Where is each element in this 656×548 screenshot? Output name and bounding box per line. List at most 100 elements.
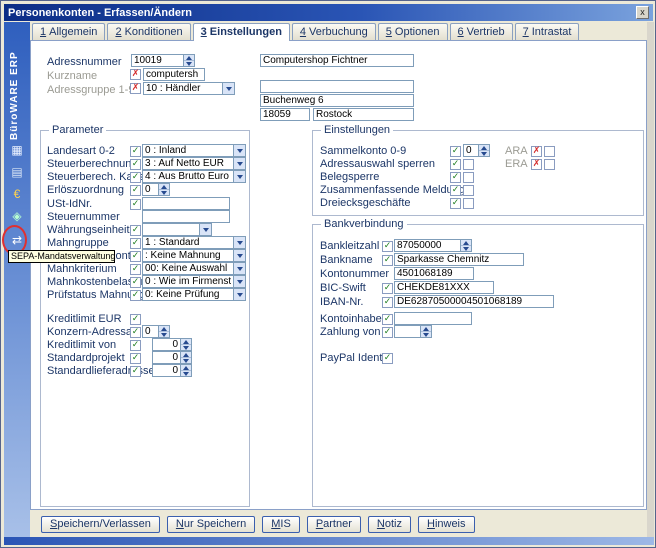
dropdown-arrow-icon[interactable] <box>222 83 234 94</box>
dropdown-arrow-icon[interactable] <box>233 237 245 248</box>
bankleitzahl-enabled-checkbox[interactable]: ✓ <box>382 241 393 252</box>
spin-down-icon[interactable] <box>181 357 191 363</box>
euro-icon[interactable]: € <box>8 185 26 203</box>
landesart-select[interactable]: 0 : Inland <box>142 144 246 157</box>
kontoinhaber-enabled-checkbox[interactable]: ✓ <box>382 314 393 325</box>
spin-down-icon[interactable] <box>181 344 191 350</box>
era-value-checkbox[interactable] <box>544 159 555 170</box>
ara-flag-checkbox[interactable]: ✗ <box>531 146 542 157</box>
sammelkonto-enabled-checkbox[interactable]: ✓ <box>450 146 461 157</box>
spin-down-icon[interactable] <box>181 370 191 376</box>
dropdown-arrow-icon[interactable] <box>233 145 245 156</box>
bankleitzahl-field[interactable]: 87050000 <box>394 239 472 252</box>
era-flag-checkbox[interactable]: ✗ <box>531 159 542 170</box>
spin-down-icon[interactable] <box>159 189 169 195</box>
spinner-buttons[interactable] <box>478 145 489 156</box>
pruefstatus-select[interactable]: 0: Keine Prüfung <box>142 288 246 301</box>
dropdown-arrow-icon[interactable] <box>199 224 211 235</box>
steuerberechnung-select[interactable]: 3 : Auf Netto EUR <box>142 157 246 170</box>
zusammenfassende-value-checkbox[interactable] <box>463 185 474 196</box>
printer-icon[interactable]: ▤ <box>8 163 26 181</box>
mahnungen-konto-select[interactable]: : Keine Mahnung <box>142 249 246 262</box>
waehrungseinheit-enabled-checkbox[interactable]: ✓ <box>130 225 141 236</box>
kurzname-field[interactable]: computersh <box>143 68 205 81</box>
spinner-buttons[interactable] <box>158 184 169 195</box>
mahnkostenbelastung-enabled-checkbox[interactable]: ✓ <box>130 277 141 288</box>
dropdown-arrow-icon[interactable] <box>233 289 245 300</box>
ort-field[interactable]: Rostock <box>313 108 414 121</box>
tab-intrastat[interactable]: 7Intrastat <box>515 23 580 40</box>
kreditlimit-von-field[interactable]: 0 <box>152 338 192 351</box>
zahlung-von-field[interactable] <box>394 325 432 338</box>
ara-value-checkbox[interactable] <box>544 146 555 157</box>
adressauswahl-value-checkbox[interactable] <box>463 159 474 170</box>
table-icon[interactable]: ▦ <box>8 141 26 159</box>
dropdown-arrow-icon[interactable] <box>233 171 245 182</box>
standardlieferadresse-enabled-checkbox[interactable]: ✓ <box>130 366 141 377</box>
standardprojekt-enabled-checkbox[interactable]: ✓ <box>130 353 141 364</box>
tab-allgemein[interactable]: 1Allgemein <box>32 23 105 40</box>
name2-field[interactable] <box>260 80 414 93</box>
dropdown-arrow-icon[interactable] <box>233 158 245 169</box>
dropdown-arrow-icon[interactable] <box>233 250 245 261</box>
bic-swift-field[interactable]: CHEKDE81XXX <box>394 281 494 294</box>
adressauswahl-enabled-checkbox[interactable]: ✓ <box>450 159 461 170</box>
bankname-enabled-checkbox[interactable]: ✓ <box>382 255 393 266</box>
steuerberechnung-enabled-checkbox[interactable]: ✓ <box>130 159 141 170</box>
konzern-adressart-enabled-checkbox[interactable]: ✓ <box>130 327 141 338</box>
spinner-buttons[interactable] <box>460 240 471 251</box>
strasse-field[interactable]: Buchenweg 6 <box>260 94 414 107</box>
name1-field[interactable]: Computershop Fichtner <box>260 54 414 67</box>
spinner-buttons[interactable] <box>183 55 194 66</box>
spin-down-icon[interactable] <box>184 60 194 66</box>
ust-idnr-enabled-checkbox[interactable]: ✓ <box>130 199 141 210</box>
iban-field[interactable]: DE62870500004501068189 <box>394 295 554 308</box>
steuerberech-kasse-enabled-checkbox[interactable]: ✓ <box>130 172 141 183</box>
kontoinhaber-field[interactable] <box>394 312 472 325</box>
plz-field[interactable]: 18059 <box>260 108 310 121</box>
adressgruppe-flag-checkbox[interactable]: ✗ <box>130 83 141 94</box>
adressgruppe-select[interactable]: 10 : Händler <box>143 82 235 95</box>
standardprojekt-field[interactable]: 0 <box>152 351 192 364</box>
waehrungseinheit-select[interactable] <box>142 223 212 236</box>
spinner-buttons[interactable] <box>180 352 191 363</box>
mahngruppe-select[interactable]: 1 : Standard <box>142 236 246 249</box>
tab-einstellungen[interactable]: 3Einstellungen <box>193 23 290 41</box>
sammelkonto-field[interactable]: 0 <box>463 144 490 157</box>
dreiecksgeschaefte-enabled-checkbox[interactable]: ✓ <box>450 198 461 209</box>
konzern-adressart-field[interactable]: 0 <box>142 325 170 338</box>
spinner-buttons[interactable] <box>420 326 431 337</box>
ust-idnr-field[interactable] <box>142 197 230 210</box>
standardlieferadresse-field[interactable]: 0 <box>152 364 192 377</box>
nur-speichern-button[interactable]: Nur Speichern <box>167 516 255 533</box>
bankname-field[interactable]: Sparkasse Chemnitz <box>394 253 524 266</box>
belegsperre-value-checkbox[interactable] <box>463 172 474 183</box>
mahnungen-konto-enabled-checkbox[interactable]: ✓ <box>130 251 141 262</box>
pruefstatus-enabled-checkbox[interactable]: ✓ <box>130 290 141 301</box>
dreiecksgeschaefte-value-checkbox[interactable] <box>463 198 474 209</box>
erloeszuordnung-enabled-checkbox[interactable]: ✓ <box>130 185 141 196</box>
steuernummer-field[interactable] <box>142 210 230 223</box>
kreditlimit-von-enabled-checkbox[interactable]: ✓ <box>130 340 141 351</box>
speichern-verlassen-button[interactable]: Speichern/Verlassen <box>41 516 160 533</box>
spinner-buttons[interactable] <box>180 339 191 350</box>
kreditlimit-eur-enabled-checkbox[interactable]: ✓ <box>130 314 141 325</box>
spinner-buttons[interactable] <box>180 365 191 376</box>
dropdown-arrow-icon[interactable] <box>233 263 245 274</box>
spin-down-icon[interactable] <box>159 331 169 337</box>
steuerberech-kasse-select[interactable]: 4 : Aus Brutto Euro <box>142 170 246 183</box>
kurzname-flag-checkbox[interactable]: ✗ <box>130 69 141 80</box>
bic-enabled-checkbox[interactable]: ✓ <box>382 283 393 294</box>
mis-button[interactable]: MIS <box>262 516 300 533</box>
mahngruppe-enabled-checkbox[interactable]: ✓ <box>130 238 141 249</box>
partner-button[interactable]: Partner <box>307 516 361 533</box>
tab-vertrieb[interactable]: 6Vertrieb <box>450 23 513 40</box>
adressnummer-field[interactable]: 10019 <box>131 54 195 67</box>
dropdown-arrow-icon[interactable] <box>233 276 245 287</box>
spin-down-icon[interactable] <box>479 150 489 156</box>
tab-konditionen[interactable]: 2Konditionen <box>107 23 190 40</box>
erloeszuordnung-field[interactable]: 0 <box>142 183 170 196</box>
mahnkriterium-select[interactable]: 00: Keine Auswahl <box>142 262 246 275</box>
paypal-enabled-checkbox[interactable]: ✓ <box>382 353 393 364</box>
hinweis-button[interactable]: Hinweis <box>418 516 475 533</box>
